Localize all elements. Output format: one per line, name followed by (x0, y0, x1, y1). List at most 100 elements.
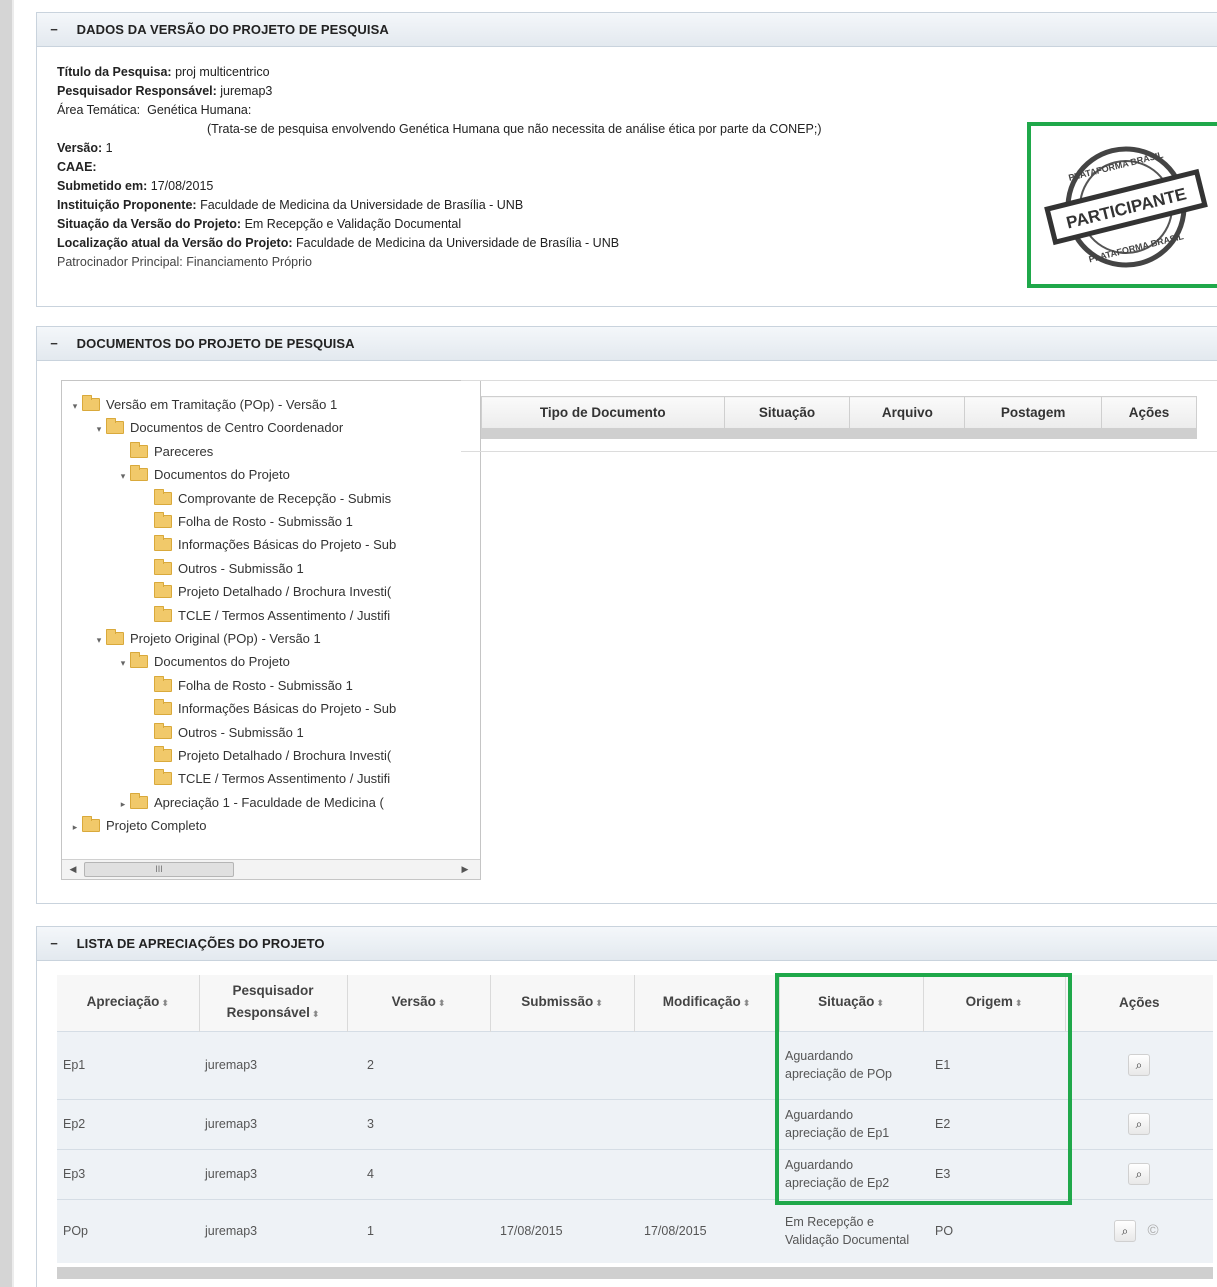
tree-node[interactable]: Informações Básicas do Projeto - Sub (140, 698, 396, 720)
expanded-arrow-icon[interactable]: ▾ (92, 629, 106, 651)
collapse-icon[interactable]: − (45, 13, 63, 47)
area-tematica-note: (Trata-se de pesquisa envolvendo Genétic… (207, 122, 822, 136)
field-area-tematica: Área Temática: Genética Humana: (57, 101, 821, 120)
column-header-submissao[interactable]: Submissão ⬍ (490, 975, 635, 1031)
field-pesquisador: Pesquisador Responsável: juremap3 (57, 82, 821, 101)
tree-node-label[interactable]: Outros - Submissão 1 (178, 561, 304, 576)
scroll-right-icon[interactable]: ▶ (456, 860, 474, 879)
tree-node-label[interactable]: Pareceres (154, 444, 213, 459)
search-icon[interactable]: ⌕ (1128, 1163, 1150, 1185)
search-icon[interactable]: ⌕ (1114, 1219, 1136, 1242)
tree-node[interactable]: TCLE / Termos Assentimento / Justifi (140, 605, 390, 627)
tree-node-label[interactable]: Comprovante de Recepção - Submis (178, 491, 391, 506)
cell-origem: E3 (935, 1167, 951, 1181)
scrollbar-thumb[interactable]: III (84, 862, 234, 877)
tree-node[interactable]: TCLE / Termos Assentimento / Justifi (140, 768, 390, 790)
expanded-arrow-icon[interactable]: ▾ (116, 652, 130, 674)
page-left-border-inner (12, 0, 14, 1287)
folder-icon (154, 512, 172, 528)
tree-node[interactable]: Pareceres (116, 441, 213, 463)
horizontal-scrollbar[interactable]: ◀ III ▶ (62, 859, 480, 879)
column-header-situacao[interactable]: Situação ⬍ (779, 975, 924, 1031)
expanded-arrow-icon[interactable]: ▾ (92, 418, 106, 440)
tree-node-label[interactable]: Documentos de Centro Coordenador (130, 420, 343, 435)
expanded-arrow-icon[interactable]: ▾ (68, 395, 82, 417)
tree-node-label[interactable]: Apreciação 1 - Faculdade de Medicina ( (154, 795, 384, 810)
cell-modificacao (634, 1031, 779, 1099)
column-header-postagem[interactable]: Postagem (964, 396, 1103, 429)
sort-icon[interactable]: ⬍ (161, 998, 169, 1008)
panel-header-apreciacoes[interactable]: − LISTA DE APRECIAÇÕES DO PROJETO (37, 927, 1217, 961)
tree-node-label[interactable]: Projeto Detalhado / Brochura Investi( (178, 584, 391, 599)
tree-node-label[interactable]: Folha de Rosto - Submissão 1 (178, 678, 353, 693)
header-label: Origem (965, 994, 1013, 1010)
sort-icon[interactable]: ⬍ (876, 998, 884, 1008)
tree-node-label[interactable]: Informações Básicas do Projeto - Sub (178, 701, 396, 716)
tree-node-label[interactable]: Projeto Detalhado / Brochura Investi( (178, 748, 391, 763)
panel-header-documentos[interactable]: − DOCUMENTOS DO PROJETO DE PESQUISA (37, 327, 1217, 361)
tree-node-label[interactable]: Documentos do Projeto (154, 467, 290, 482)
field-localizacao: Localização atual da Versão do Projeto: … (57, 234, 821, 253)
cell-submissao (490, 1031, 634, 1099)
collapse-icon[interactable]: − (45, 327, 63, 361)
header-label: Submissão (521, 994, 594, 1010)
tree-node[interactable]: ▸ Projeto Completo (68, 815, 206, 837)
sort-icon[interactable]: ⬍ (438, 998, 446, 1008)
tree-node-label[interactable]: Folha de Rosto - Submissão 1 (178, 514, 353, 529)
tree-node-label[interactable]: Informações Básicas do Projeto - Sub (178, 537, 396, 552)
field-label: Título da Pesquisa: (57, 65, 172, 79)
tree-node-label[interactable]: Documentos do Projeto (154, 654, 290, 669)
cell-origem: E2 (935, 1117, 951, 1131)
search-icon[interactable]: ⌕ (1128, 1054, 1150, 1076)
tree-node[interactable]: Projeto Detalhado / Brochura Investi( (140, 581, 391, 603)
field-instituicao: Instituição Proponente: Faculdade de Med… (57, 196, 821, 215)
tree-node[interactable]: Folha de Rosto - Submissão 1 (140, 511, 353, 533)
column-header-modificacao[interactable]: Modificação ⬍ (634, 975, 780, 1031)
column-header-pesquisador[interactable]: Pesquisador Responsável ⬍ (199, 975, 348, 1031)
sort-icon[interactable]: ⬍ (1015, 998, 1023, 1008)
panel-header-dados-versao[interactable]: − DADOS DA VERSÃO DO PROJETO DE PESQUISA (37, 13, 1217, 47)
tree-node[interactable]: Projeto Detalhado / Brochura Investi( (140, 745, 391, 767)
document-tree[interactable]: ◀ III ▶ ▾ Versão em Tramitação (POp) - Ve… (61, 380, 481, 880)
cell-origem: PO (935, 1224, 954, 1239)
column-header-acoes[interactable]: Ações (1101, 396, 1197, 429)
sort-icon[interactable]: ⬍ (743, 998, 751, 1008)
tree-node-label[interactable]: TCLE / Termos Assentimento / Justifi (178, 771, 390, 786)
tree-node[interactable]: ▾ Documentos do Projeto (116, 651, 290, 673)
tree-node[interactable]: ▾ Projeto Original (POp) - Versão 1 (92, 628, 321, 650)
sort-icon[interactable]: ⬍ (312, 1009, 320, 1019)
column-header-tipo-documento[interactable]: Tipo de Documento (481, 396, 725, 429)
cell-submissao: 17/08/2015 (500, 1224, 563, 1239)
search-icon[interactable]: ⌕ (1128, 1113, 1150, 1135)
tree-node-label[interactable]: Versão em Tramitação (POp) - Versão 1 (106, 397, 337, 412)
tree-node-label[interactable]: Projeto Original (POp) - Versão 1 (130, 631, 321, 646)
tree-node[interactable]: ▸ Apreciação 1 - Faculdade de Medicina ( (116, 792, 384, 814)
scroll-left-icon[interactable]: ◀ (64, 860, 82, 879)
document-table: Tipo de Documento Situação Arquivo Posta… (481, 396, 1197, 429)
folder-icon (154, 675, 172, 692)
column-header-situacao[interactable]: Situação (723, 396, 851, 429)
column-header-arquivo[interactable]: Arquivo (849, 396, 966, 429)
expanded-arrow-icon[interactable]: ▾ (116, 465, 130, 487)
tree-node[interactable]: Comprovante de Recepção - Submis (140, 488, 391, 510)
folder-icon (130, 652, 148, 669)
tree-node-label[interactable]: TCLE / Termos Assentimento / Justifi (178, 608, 390, 623)
column-header-apreciacao[interactable]: Apreciação ⬍ (57, 975, 200, 1031)
collapsed-arrow-icon[interactable]: ▸ (68, 816, 82, 838)
tree-node[interactable]: Informações Básicas do Projeto - Sub (140, 534, 396, 556)
tree-node[interactable]: ▾ Versão em Tramitação (POp) - Versão 1 (68, 394, 337, 416)
sort-icon[interactable]: ⬍ (595, 998, 603, 1008)
tree-node[interactable]: Outros - Submissão 1 (140, 722, 304, 744)
collapse-icon[interactable]: − (45, 927, 63, 961)
tree-node-label[interactable]: Projeto Completo (106, 818, 206, 833)
tree-node[interactable]: Folha de Rosto - Submissão 1 (140, 675, 353, 697)
column-header-versao[interactable]: Versão ⬍ (347, 975, 491, 1031)
tree-node[interactable]: ▾ Documentos de Centro Coordenador (92, 417, 343, 439)
tree-node[interactable]: Outros - Submissão 1 (140, 558, 304, 580)
collapsed-arrow-icon[interactable]: ▸ (116, 793, 130, 815)
tree-node-label[interactable]: Outros - Submissão 1 (178, 725, 304, 740)
copyright-icon[interactable]: © (1142, 1221, 1164, 1243)
column-header-origem[interactable]: Origem ⬍ (923, 975, 1066, 1031)
field-value: 1 (105, 141, 113, 155)
tree-node[interactable]: ▾ Documentos do Projeto (116, 464, 290, 486)
